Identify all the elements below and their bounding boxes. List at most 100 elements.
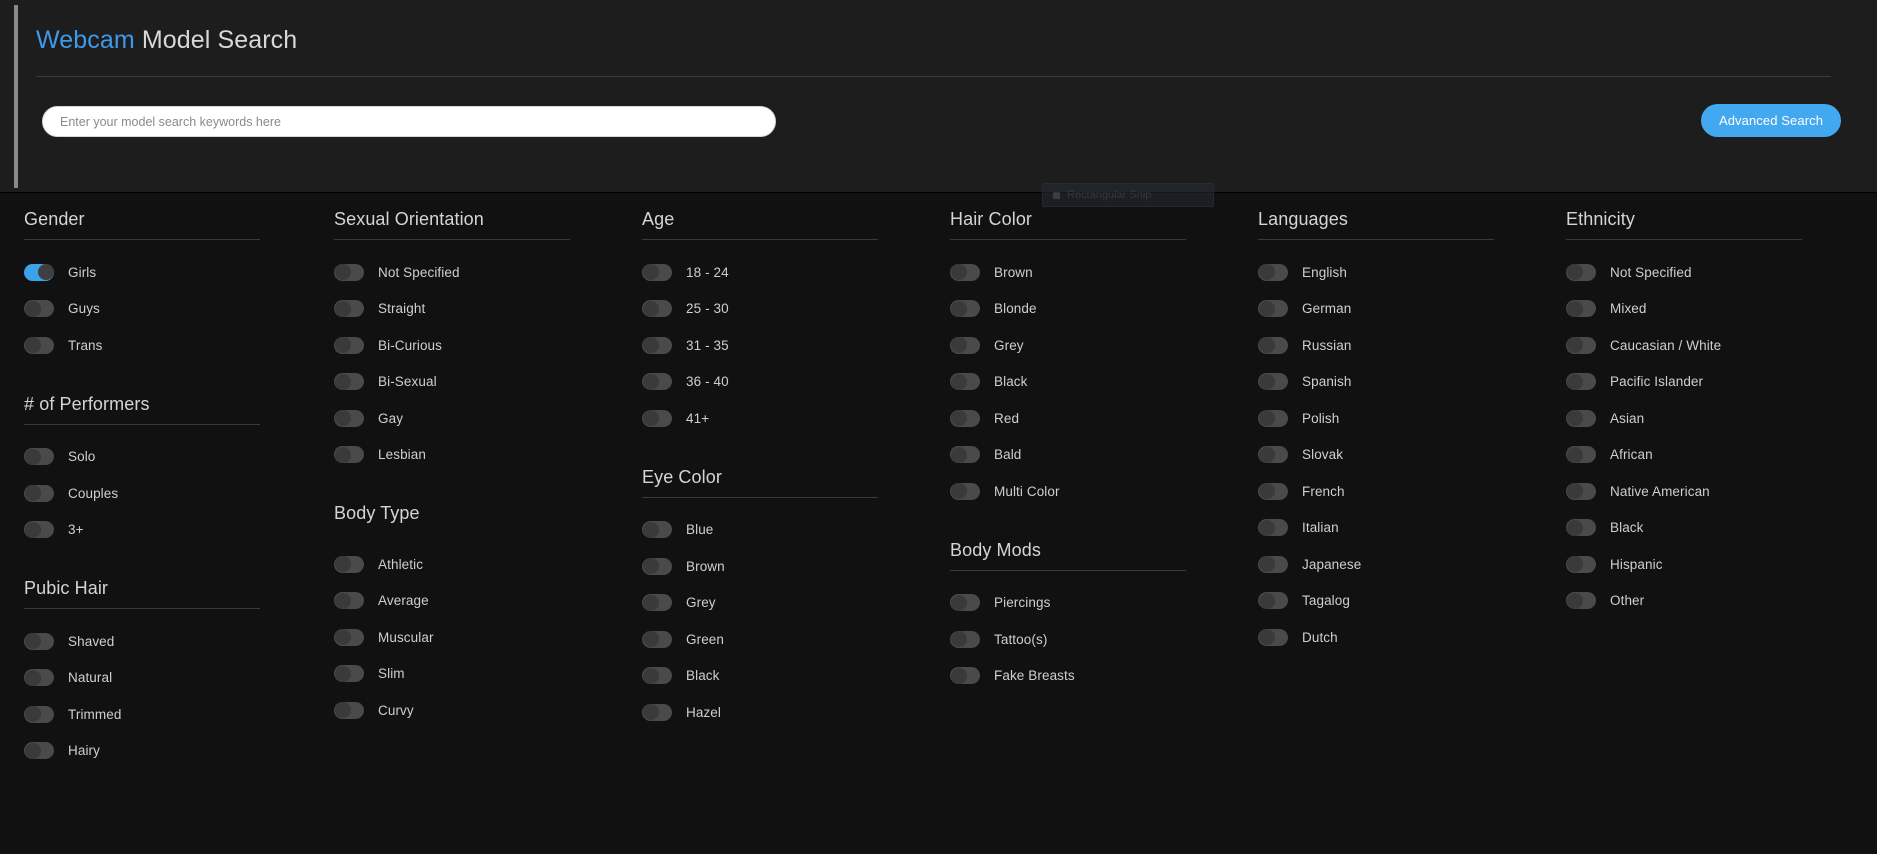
filter-toggle-row[interactable]: Grey [642,585,914,622]
filter-toggle-row[interactable]: Pacific Islander [1566,364,1874,401]
toggle-switch[interactable] [950,446,980,464]
toggle-switch[interactable] [24,521,54,539]
filter-toggle-row[interactable]: Tattoo(s) [950,621,1222,658]
filter-toggle-row[interactable]: Gay [334,400,606,437]
filter-toggle-row[interactable]: Native American [1566,473,1874,510]
toggle-switch[interactable] [642,667,672,685]
filter-toggle-row[interactable]: Trimmed [24,696,298,733]
filter-toggle-row[interactable]: German [1258,291,1530,328]
search-input[interactable] [42,106,776,137]
filter-toggle-row[interactable]: Green [642,621,914,658]
filter-toggle-row[interactable]: Blonde [950,291,1222,328]
filter-toggle-row[interactable]: Solo [24,439,298,476]
filter-toggle-row[interactable]: Caucasian / White [1566,327,1874,364]
filter-toggle-row[interactable]: English [1258,254,1530,291]
filter-toggle-row[interactable]: Black [1566,510,1874,547]
toggle-switch[interactable] [1566,300,1596,318]
filter-toggle-row[interactable]: Dutch [1258,619,1530,656]
toggle-switch[interactable] [642,373,672,391]
filter-toggle-row[interactable]: 25 - 30 [642,291,914,328]
filter-toggle-row[interactable]: Bald [950,437,1222,474]
toggle-switch[interactable] [1566,482,1596,500]
filter-toggle-row[interactable]: Couples [24,475,298,512]
filter-toggle-row[interactable]: French [1258,473,1530,510]
filter-toggle-row[interactable]: Fake Breasts [950,658,1222,695]
toggle-switch[interactable] [1258,300,1288,318]
toggle-switch[interactable] [24,484,54,502]
toggle-switch[interactable] [1566,555,1596,573]
toggle-switch[interactable] [642,336,672,354]
filter-toggle-row[interactable]: Italian [1258,510,1530,547]
filter-toggle-row[interactable]: Shaved [24,623,298,660]
filter-toggle-row[interactable]: Asian [1566,400,1874,437]
toggle-switch[interactable] [24,705,54,723]
filter-toggle-row[interactable]: Hispanic [1566,546,1874,583]
toggle-switch[interactable] [1258,482,1288,500]
toggle-switch[interactable] [24,448,54,466]
filter-toggle-row[interactable]: Blue [642,512,914,549]
filter-toggle-row[interactable]: Piercings [950,585,1222,622]
toggle-switch[interactable] [642,703,672,721]
filter-toggle-row[interactable]: 3+ [24,512,298,549]
toggle-switch[interactable] [1566,409,1596,427]
toggle-switch[interactable] [334,409,364,427]
filter-toggle-row[interactable]: Grey [950,327,1222,364]
toggle-switch[interactable] [334,592,364,610]
filter-toggle-row[interactable]: African [1566,437,1874,474]
toggle-switch[interactable] [334,446,364,464]
filter-toggle-row[interactable]: Lesbian [334,437,606,474]
toggle-switch[interactable] [1566,336,1596,354]
toggle-switch[interactable] [642,630,672,648]
filter-toggle-row[interactable]: Red [950,400,1222,437]
toggle-switch[interactable] [24,669,54,687]
toggle-switch[interactable] [334,373,364,391]
toggle-switch[interactable] [334,555,364,573]
filter-toggle-row[interactable]: Mixed [1566,291,1874,328]
toggle-switch[interactable] [1258,336,1288,354]
filter-toggle-row[interactable]: Brown [950,254,1222,291]
filter-toggle-row[interactable]: 18 - 24 [642,254,914,291]
filter-toggle-row[interactable]: Russian [1258,327,1530,364]
filter-toggle-row[interactable]: 41+ [642,400,914,437]
toggle-switch[interactable] [642,300,672,318]
toggle-switch[interactable] [334,300,364,318]
filter-toggle-row[interactable]: Hairy [24,733,298,770]
filter-toggle-row[interactable]: Black [642,658,914,695]
filter-toggle-row[interactable]: Not Specified [334,254,606,291]
toggle-switch[interactable] [1258,446,1288,464]
toggle-switch[interactable] [334,336,364,354]
toggle-switch[interactable] [1566,263,1596,281]
toggle-switch[interactable] [24,742,54,760]
toggle-switch[interactable] [334,628,364,646]
filter-toggle-row[interactable]: Other [1566,583,1874,620]
filter-toggle-row[interactable]: Girls [24,254,298,291]
toggle-switch[interactable] [1258,409,1288,427]
toggle-switch[interactable] [334,665,364,683]
toggle-switch[interactable] [642,521,672,539]
toggle-switch[interactable] [950,409,980,427]
filter-toggle-row[interactable]: Tagalog [1258,583,1530,620]
toggle-switch[interactable] [642,594,672,612]
advanced-search-button[interactable]: Advanced Search [1701,104,1841,137]
toggle-switch[interactable] [1258,519,1288,537]
toggle-switch[interactable] [1258,592,1288,610]
toggle-switch[interactable] [950,300,980,318]
toggle-switch[interactable] [1566,519,1596,537]
filter-toggle-row[interactable]: Athletic [334,546,606,583]
toggle-switch[interactable] [950,482,980,500]
filter-toggle-row[interactable]: Hazel [642,694,914,731]
toggle-switch[interactable] [24,632,54,650]
filter-toggle-row[interactable]: Straight [334,291,606,328]
toggle-switch[interactable] [950,336,980,354]
toggle-switch[interactable] [642,557,672,575]
filter-toggle-row[interactable]: Bi-Curious [334,327,606,364]
toggle-switch[interactable] [334,263,364,281]
toggle-switch[interactable] [950,630,980,648]
filter-toggle-row[interactable]: Japanese [1258,546,1530,583]
toggle-switch[interactable] [642,409,672,427]
toggle-switch[interactable] [1258,555,1288,573]
filter-toggle-row[interactable]: Brown [642,548,914,585]
filter-toggle-row[interactable]: Muscular [334,619,606,656]
filter-toggle-row[interactable]: Bi-Sexual [334,364,606,401]
filter-toggle-row[interactable]: Natural [24,660,298,697]
